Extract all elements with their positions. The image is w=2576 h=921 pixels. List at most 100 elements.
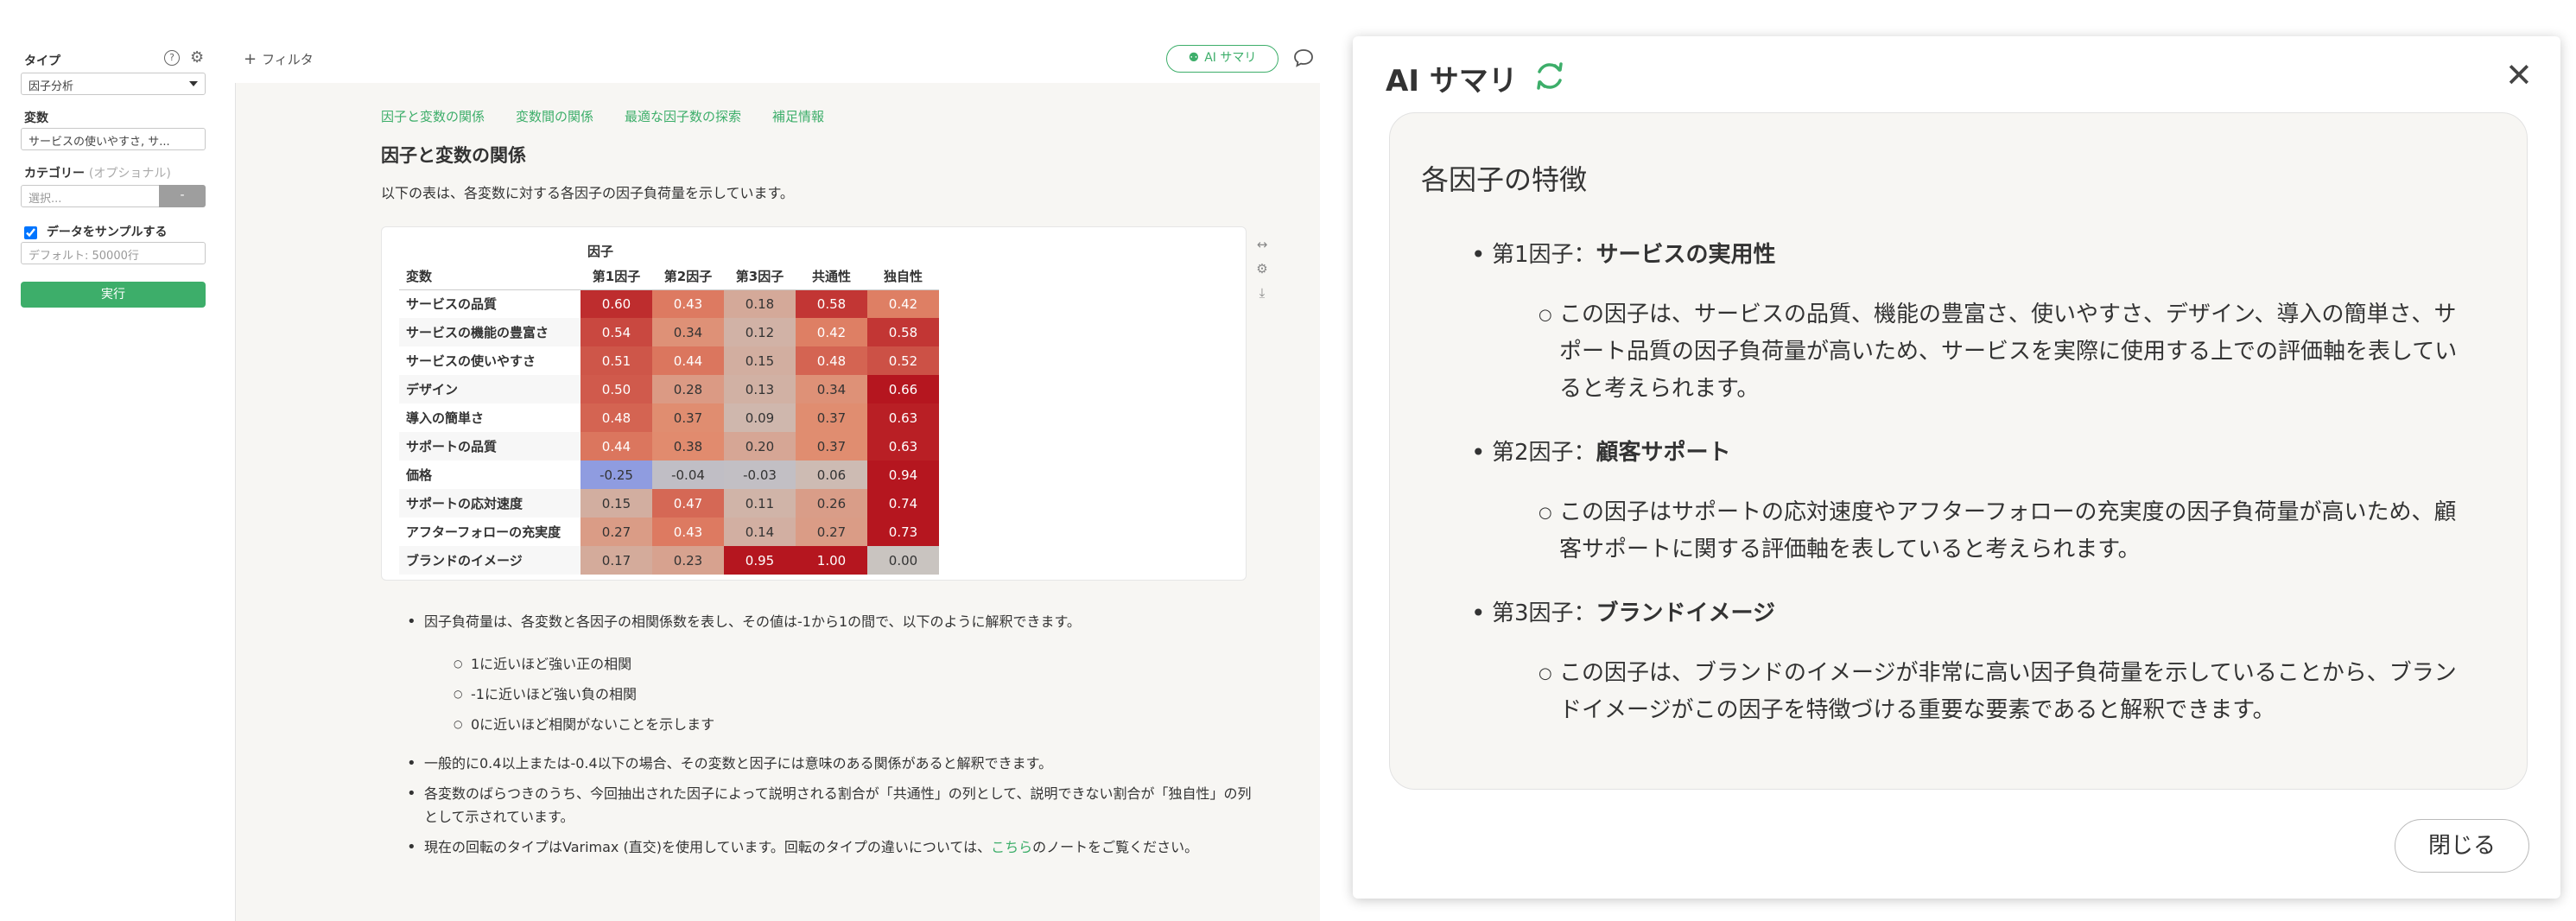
close-icon[interactable]: ✕ xyxy=(2505,59,2533,92)
run-button[interactable]: 実行 xyxy=(21,282,206,308)
loading-cell: 0.06 xyxy=(796,460,867,489)
type-label: タイプ xyxy=(24,54,60,68)
variable-name-cell: デザイン xyxy=(399,375,581,403)
loading-cell: 0.58 xyxy=(867,318,939,346)
tab-supplementary[interactable]: 補足情報 xyxy=(772,107,824,125)
vars-input[interactable]: サービスの使いやすさ, サ... xyxy=(21,128,206,150)
category-clear-button[interactable]: - xyxy=(159,185,206,207)
refresh-icon[interactable] xyxy=(1531,57,1569,95)
loading-cell: 0.50 xyxy=(581,375,652,403)
section-description: 以下の表は、各変数に対する各因子の因子負荷量を示しています。 xyxy=(381,185,794,201)
factor-item: 第3因子：ブランドイメージ xyxy=(1390,594,2528,632)
loadings-table-body: サービスの品質 0.60 0.43 0.18 0.58 0.42 サービスの機能の豊富さ 0.… xyxy=(399,289,939,575)
loading-cell: 0.58 xyxy=(796,289,867,318)
horizontal-arrows-icon[interactable]: ↔ xyxy=(1253,237,1271,252)
sample-checkbox[interactable] xyxy=(24,225,37,239)
sample-size-input[interactable]: デフォルト: 50000行 xyxy=(21,242,206,264)
download-icon[interactable]: ⤓ xyxy=(1253,285,1271,301)
table-row: デザイン 0.50 0.28 0.13 0.34 0.66 xyxy=(399,375,939,403)
loading-cell: 0.63 xyxy=(867,432,939,460)
summary-card: 各因子の特徴 第1因子：サービスの実用性 この因子は、サービスの品質、機能の豊富… xyxy=(1389,112,2528,790)
factor-summary-list: 第1因子：サービスの実用性 この因子は、サービスの品質、機能の豊富さ、使いやすさ… xyxy=(1390,236,2528,755)
loading-cell: 0.94 xyxy=(867,460,939,489)
ai-summary-button[interactable]: ⚉ AI サマリ xyxy=(1166,45,1278,73)
loading-cell: 0.42 xyxy=(867,289,939,318)
loading-cell: 0.60 xyxy=(581,289,652,318)
factor-item: 第1因子：サービスの実用性 xyxy=(1390,236,2528,274)
variable-name-cell: サポートの品質 xyxy=(399,432,581,460)
speech-bubble-icon[interactable] xyxy=(1292,47,1315,69)
loading-cell: 0.37 xyxy=(652,403,724,432)
loading-cell: 0.17 xyxy=(581,546,652,575)
ai-summary-label: AI サマリ xyxy=(1204,51,1257,65)
table-row: サポートの品質 0.44 0.38 0.20 0.37 0.63 xyxy=(399,432,939,460)
loading-cell: 0.23 xyxy=(652,546,724,575)
factor-label: 第1因子： xyxy=(1492,242,1596,268)
category-label-text: カテゴリー xyxy=(24,167,85,181)
rotation-link[interactable]: こちら xyxy=(991,839,1032,855)
loading-cell: 0.51 xyxy=(581,346,652,375)
filter-button[interactable]: + フィルタ xyxy=(244,50,314,68)
loading-cell: 0.18 xyxy=(724,289,796,318)
factor-description: この因子は、サービスの品質、機能の豊富さ、使いやすさ、デザイン、導入の簡単さ、サ… xyxy=(1390,296,2528,408)
loading-cell: -0.25 xyxy=(581,460,652,489)
loading-cell: 0.26 xyxy=(796,489,867,518)
note-sub-negative: -1に近いほど強い負の相関 xyxy=(454,683,1252,706)
loading-cell: 1.00 xyxy=(796,546,867,575)
loading-cell: 0.74 xyxy=(867,489,939,518)
table-row: 導入の簡単さ 0.48 0.37 0.09 0.37 0.63 xyxy=(399,403,939,432)
note-sub-zero: 0に近いほど相関がないことを示します xyxy=(454,713,1252,736)
column-header: 第2因子 xyxy=(663,269,713,285)
gear-icon[interactable]: ⚙ xyxy=(190,48,204,67)
loading-cell: 0.14 xyxy=(724,518,796,546)
type-select-value: 因子分析 xyxy=(29,80,74,93)
tab-variable-relations[interactable]: 変数間の関係 xyxy=(516,107,593,125)
dialog-title: AI サマリ xyxy=(1386,64,1518,98)
loading-cell: -0.04 xyxy=(652,460,724,489)
loading-cell: 0.47 xyxy=(652,489,724,518)
type-select[interactable]: 因子分析 xyxy=(21,73,206,95)
table-row: 価格 -0.25 -0.04 -0.03 0.06 0.94 xyxy=(399,460,939,489)
gear-icon[interactable]: ⚙ xyxy=(1253,261,1271,276)
note-loadings: 因子負荷量は、各変数と各因子の相関係数を表し、その値は-1から1の間で、以下のよ… xyxy=(405,610,1252,633)
factor-name: ブランドイメージ xyxy=(1596,600,1776,626)
loading-cell: 0.27 xyxy=(581,518,652,546)
loading-cell: 0.15 xyxy=(724,346,796,375)
loading-cell: 0.00 xyxy=(867,546,939,575)
category-select[interactable]: 選択... xyxy=(21,185,161,207)
tab-optimal-factors[interactable]: 最適な因子数の探索 xyxy=(625,107,741,125)
close-button[interactable]: 閉じる xyxy=(2395,819,2529,873)
loading-cell: 0.34 xyxy=(796,375,867,403)
question-circle-icon[interactable]: ? xyxy=(164,50,180,66)
sample-label: データをサンプルする xyxy=(46,225,168,239)
factor-group-header: 因子 xyxy=(587,243,614,259)
note-communality: 各変数のばらつきのうち、今回抽出された因子によって説明される割合が「共通性」の列… xyxy=(405,782,1252,829)
note-rotation-suffix: のノートをご覧ください。 xyxy=(1032,839,1199,855)
loading-cell: 0.12 xyxy=(724,318,796,346)
loading-cell: 0.73 xyxy=(867,518,939,546)
factor-name: 顧客サポート xyxy=(1596,440,1731,466)
table-row: サービスの使いやすさ 0.51 0.44 0.15 0.48 0.52 xyxy=(399,346,939,375)
table-row: サービスの機能の豊富さ 0.54 0.34 0.12 0.42 0.58 xyxy=(399,318,939,346)
section-tabs: 因子と変数の関係 変数間の関係 最適な因子数の探索 補足情報 xyxy=(381,107,824,125)
loadings-table: 因子 変数 第1因子 第2因子 第3因子 共通性 独自性 サービスの品質 0.60… xyxy=(399,238,939,575)
variable-name-cell: サポートの応対速度 xyxy=(399,489,581,518)
loading-cell: -0.03 xyxy=(724,460,796,489)
loading-cell: 0.37 xyxy=(796,432,867,460)
loading-cell: 0.43 xyxy=(652,289,724,318)
loading-cell: 0.11 xyxy=(724,489,796,518)
variable-name-cell: サービスの品質 xyxy=(406,296,498,313)
sidebar: タイプ ? ⚙ 因子分析 変数 サービスの使いやすさ, サ... カテゴリー (… xyxy=(0,0,225,921)
ai-summary-dialog: AI サマリ ✕ 各因子の特徴 第1因子：サービスの実用性 この因子は、サービス… xyxy=(1353,36,2560,899)
summary-heading: 各因子の特徴 xyxy=(1421,163,1588,196)
vars-label: 変数 xyxy=(24,111,48,125)
category-optional-text: (オプショナル) xyxy=(88,167,171,181)
loading-cell: 0.15 xyxy=(581,489,652,518)
variable-name-cell: サービスの使いやすさ xyxy=(406,353,536,369)
interpretation-notes: 因子負荷量は、各変数と各因子の相関係数を表し、その値は-1から1の間で、以下のよ… xyxy=(405,610,1252,866)
factor-description: この因子はサポートの応対速度やアフターフォローの充実度の因子負荷量が高いため、顧… xyxy=(1390,494,2528,568)
plus-icon: + xyxy=(244,50,257,68)
column-header: 第3因子 xyxy=(735,269,784,285)
loading-cell: 0.48 xyxy=(581,403,652,432)
tab-factor-variable[interactable]: 因子と変数の関係 xyxy=(381,107,485,125)
